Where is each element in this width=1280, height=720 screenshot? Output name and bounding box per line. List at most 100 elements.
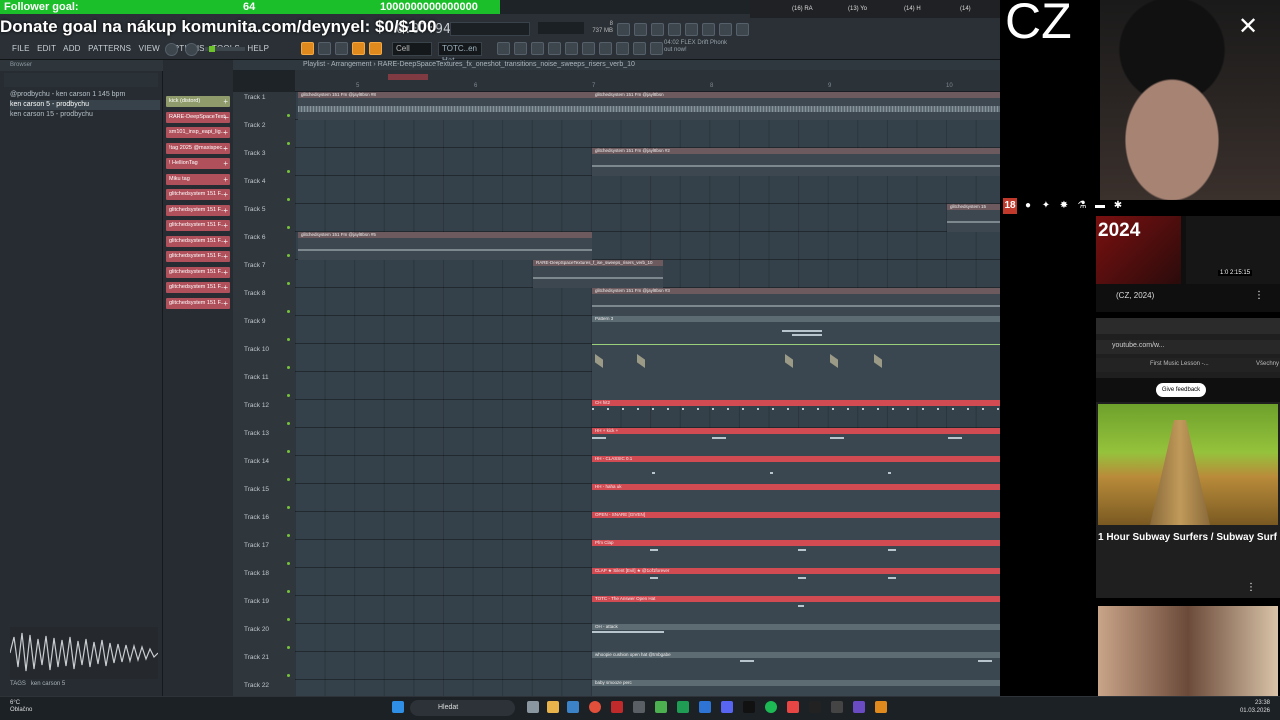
track-name[interactable]: Track 18	[244, 570, 269, 577]
plugin-picker-icon[interactable]	[736, 23, 749, 36]
record-audio-button[interactable]	[633, 42, 646, 55]
app-icon[interactable]	[831, 701, 843, 713]
track-name[interactable]: Track 19	[244, 598, 269, 605]
picker-channel[interactable]: glitchedsystem 151 F... +	[166, 235, 230, 247]
track-name[interactable]: Track 21	[244, 654, 269, 661]
bookmark-item[interactable]: Všechny	[1256, 361, 1279, 367]
picker-channel[interactable]: glitchedsystem 151 F... +	[166, 220, 230, 231]
track-enable-led[interactable]	[287, 618, 290, 621]
audio-clip[interactable]: glitchedsystem 151 Fm @jayl8bsn #5	[298, 232, 592, 260]
track-enable-led[interactable]	[287, 562, 290, 565]
plus-icon[interactable]: +	[223, 96, 228, 107]
track-name[interactable]: Track 12	[244, 402, 269, 409]
track-enable-led[interactable]	[287, 226, 290, 229]
channel-rack-button[interactable]	[531, 42, 544, 55]
snap-magnet-icon[interactable]	[369, 42, 382, 55]
steam-icon[interactable]	[699, 701, 711, 713]
track-enable-led[interactable]	[287, 674, 290, 677]
app-icon[interactable]	[787, 701, 799, 713]
track-name[interactable]: Track 8	[244, 290, 265, 297]
plus-icon[interactable]: +	[223, 143, 228, 154]
start-icon[interactable]	[392, 701, 404, 713]
track-enable-led[interactable]	[287, 142, 290, 145]
track-enable-led[interactable]	[287, 310, 290, 313]
track-enable-led[interactable]	[287, 198, 290, 201]
picker-channel[interactable]: glitchedsystem 151 F... +	[166, 251, 230, 262]
plugin-button[interactable]	[565, 42, 578, 55]
step-seq-button[interactable]	[599, 42, 612, 55]
clock[interactable]: 23:38 01.03.2026	[1236, 699, 1270, 715]
plus-icon[interactable]: +	[223, 189, 228, 200]
track-name[interactable]: Track 11	[244, 374, 269, 381]
app-icon[interactable]	[611, 701, 623, 713]
app-icon[interactable]	[743, 701, 755, 713]
picker-channel[interactable]: RARE-DeepSpaceText... +	[166, 111, 230, 123]
track-name[interactable]: Track 3	[244, 150, 265, 157]
browser-item[interactable]: ken carson 15 - prodbychu	[10, 110, 93, 120]
news-ticker[interactable]: 04:02 FLEX Drift Phonk out now!	[664, 40, 734, 54]
track-name[interactable]: Track 2	[244, 122, 265, 129]
plus-icon[interactable]: +	[223, 251, 228, 262]
track-name[interactable]: Track 9	[244, 318, 265, 325]
track-enable-led[interactable]	[287, 394, 290, 397]
mic-icon[interactable]	[651, 23, 664, 36]
xbox-icon[interactable]	[677, 701, 689, 713]
gear-icon[interactable]	[650, 42, 663, 55]
picker-channel[interactable]: glitchedsystem 151 F... +	[166, 266, 230, 278]
play-icon[interactable]	[318, 42, 331, 55]
track-enable-led[interactable]	[287, 338, 290, 341]
bookmark-item[interactable]: First Music Lesson -...	[1150, 361, 1209, 367]
playlist-icon[interactable]	[497, 42, 510, 55]
chrome-tab[interactable]: (16) RA	[792, 3, 813, 16]
taskbar-search[interactable]: Hledat	[410, 700, 515, 716]
app-icon[interactable]	[809, 701, 821, 713]
plus-icon[interactable]: +	[223, 267, 228, 278]
picker-channel[interactable]: ! HellionTag +	[166, 158, 230, 169]
edge-icon[interactable]	[567, 701, 579, 713]
menu-file[interactable]: FILE	[12, 44, 30, 53]
plus-icon[interactable]: +	[223, 158, 228, 169]
plus-icon[interactable]: +	[223, 282, 228, 293]
menu-view[interactable]: VIEW	[139, 44, 160, 53]
track-name[interactable]: Track 10	[244, 346, 269, 353]
playlist-grid[interactable]: glitchedsystem 151 Fm @jayl8bsn #8 glitc…	[295, 92, 1085, 696]
piano-roll-icon[interactable]	[685, 23, 698, 36]
plus-icon[interactable]: +	[223, 112, 228, 123]
picker-channel[interactable]: Miku tag +	[166, 173, 230, 185]
track-enable-led[interactable]	[287, 170, 290, 173]
track-name[interactable]: Track 1	[244, 94, 265, 101]
track-enable-led[interactable]	[287, 506, 290, 509]
track-name[interactable]: Track 22	[244, 682, 269, 689]
track-enable-led[interactable]	[287, 422, 290, 425]
plus-icon[interactable]: +	[223, 127, 228, 138]
track-name[interactable]: Track 17	[244, 542, 269, 549]
pattern-select[interactable]: TOTC..en Hat	[438, 42, 482, 65]
picker-channel[interactable]: kick (distord) +	[166, 96, 230, 107]
master-volume-knob[interactable]	[165, 43, 178, 56]
mixer-button[interactable]	[548, 42, 561, 55]
obs-icon[interactable]	[853, 701, 865, 713]
menu-add[interactable]: ADD	[63, 44, 81, 53]
plus-icon[interactable]: +	[223, 205, 228, 216]
pattern-song-toggle[interactable]	[301, 42, 314, 55]
mixer-icon[interactable]	[668, 23, 681, 36]
picker-channel[interactable]: glitchedsystem 151 F... +	[166, 204, 230, 216]
plus-icon[interactable]: +	[223, 174, 228, 185]
discord-icon[interactable]	[721, 701, 733, 713]
give-feedback-button[interactable]: Give feedback	[1156, 383, 1206, 397]
more-options-icon[interactable]: ⋮	[1246, 582, 1256, 593]
picker-channel[interactable]: sm101_insp_eapi_lig... +	[166, 127, 230, 138]
picker-channel[interactable]: glitchedsystem 151 F... +	[166, 297, 230, 309]
track-enable-led[interactable]	[287, 366, 290, 369]
track-name[interactable]: Track 15	[244, 486, 269, 493]
track-name[interactable]: Track 7	[244, 262, 265, 269]
track-name[interactable]: Track 6	[244, 234, 265, 241]
master-pitch-knob[interactable]	[185, 43, 198, 56]
fl-studio-icon[interactable]	[875, 701, 887, 713]
task-view-icon[interactable]	[527, 701, 539, 713]
weather-widget[interactable]: 6°C Oblačno	[10, 700, 32, 714]
stop-icon[interactable]	[335, 42, 348, 55]
menu-edit[interactable]: EDIT	[37, 44, 56, 53]
track-enable-led[interactable]	[287, 282, 290, 285]
app-icon[interactable]	[655, 701, 667, 713]
